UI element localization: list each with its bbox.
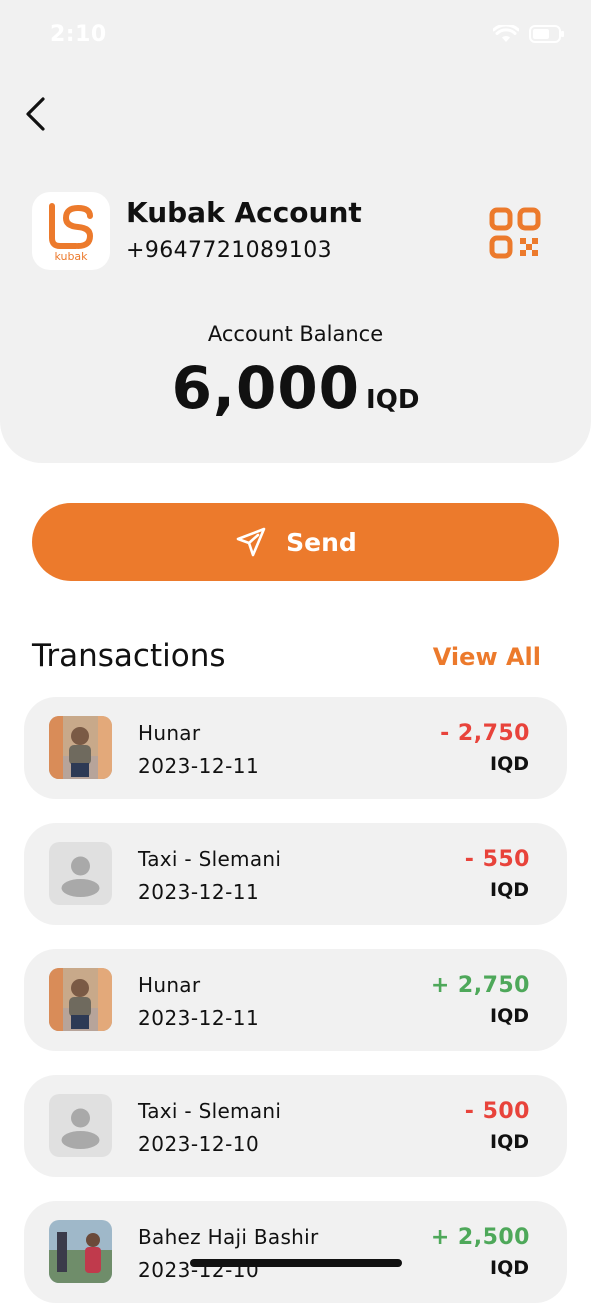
person-placeholder-icon xyxy=(49,842,112,905)
status-icons xyxy=(493,24,565,44)
send-button[interactable]: Send xyxy=(32,503,559,581)
transaction-item[interactable]: Hunar 2023-12-11 + 2,750 IQD xyxy=(24,949,567,1051)
transaction-date: 2023-12-11 xyxy=(138,880,260,904)
transaction-item[interactable]: Hunar 2023-12-11 - 2,750 IQD xyxy=(24,697,567,799)
balance-label: Account Balance xyxy=(207,322,384,346)
transaction-item[interactable]: Taxi - Slemani 2023-12-11 - 550 IQD xyxy=(24,823,567,925)
status-time: 2:10 xyxy=(50,22,107,47)
transaction-date: 2023-12-10 xyxy=(138,1132,260,1156)
photo-child-icon xyxy=(49,968,112,1031)
transaction-item[interactable]: Bahez Haji Bashir 2023-12-10 + 2,500 IQD xyxy=(24,1201,567,1303)
transaction-amount: + 2,500 xyxy=(430,1225,530,1250)
qr-code-icon xyxy=(489,207,541,259)
transaction-amount: - 500 xyxy=(464,1099,530,1124)
transaction-amount: + 2,750 xyxy=(430,973,530,998)
battery-icon xyxy=(529,25,564,43)
transaction-currency: IQD xyxy=(490,753,529,775)
transaction-name: Hunar xyxy=(138,973,201,997)
wifi-icon xyxy=(493,25,519,42)
transaction-date: 2023-12-11 xyxy=(138,754,260,778)
photo-child-icon xyxy=(49,716,112,779)
back-button[interactable] xyxy=(20,92,60,136)
transaction-amount: - 550 xyxy=(464,847,530,872)
transaction-item[interactable]: Taxi - Slemani 2023-12-10 - 500 IQD xyxy=(24,1075,567,1177)
transaction-name: Bahez Haji Bashir xyxy=(138,1225,319,1249)
transaction-amount: - 2,750 xyxy=(440,721,530,746)
transaction-name: Taxi - Slemani xyxy=(138,847,282,871)
person-placeholder-icon xyxy=(49,1094,112,1157)
balance-row: 6,000 IQD xyxy=(0,354,591,422)
kubak-logo-icon: kubak xyxy=(49,203,94,263)
qr-code-button[interactable] xyxy=(489,207,541,259)
view-all-link[interactable]: View All xyxy=(433,643,541,671)
avatar xyxy=(49,842,112,905)
transaction-currency: IQD xyxy=(490,1005,529,1027)
home-indicator[interactable] xyxy=(190,1259,402,1267)
account-phone: +9647721089103 xyxy=(126,238,332,263)
avatar xyxy=(49,968,112,1031)
transaction-currency: IQD xyxy=(490,1257,529,1279)
balance-amount: 6,000 xyxy=(171,354,361,422)
transactions-title: Transactions xyxy=(32,638,226,674)
transaction-currency: IQD xyxy=(490,1131,529,1153)
balance-currency: IQD xyxy=(366,385,420,415)
chevron-left-icon xyxy=(26,97,45,131)
photo-outdoor-icon xyxy=(49,1220,112,1283)
kubak-logo: kubak xyxy=(32,192,110,270)
account-header: 2:10 kubak Kubak Account +9647721089103 xyxy=(0,0,591,463)
avatar xyxy=(49,1220,112,1283)
send-label: Send xyxy=(286,527,357,557)
logo-text: kubak xyxy=(54,250,88,263)
avatar xyxy=(49,716,112,779)
transaction-date: 2023-12-11 xyxy=(138,1006,260,1030)
account-name: Kubak Account xyxy=(126,196,362,229)
avatar xyxy=(49,1094,112,1157)
transaction-currency: IQD xyxy=(490,879,529,901)
transaction-name: Hunar xyxy=(138,721,201,745)
transaction-name: Taxi - Slemani xyxy=(138,1099,282,1123)
send-icon xyxy=(236,527,266,557)
